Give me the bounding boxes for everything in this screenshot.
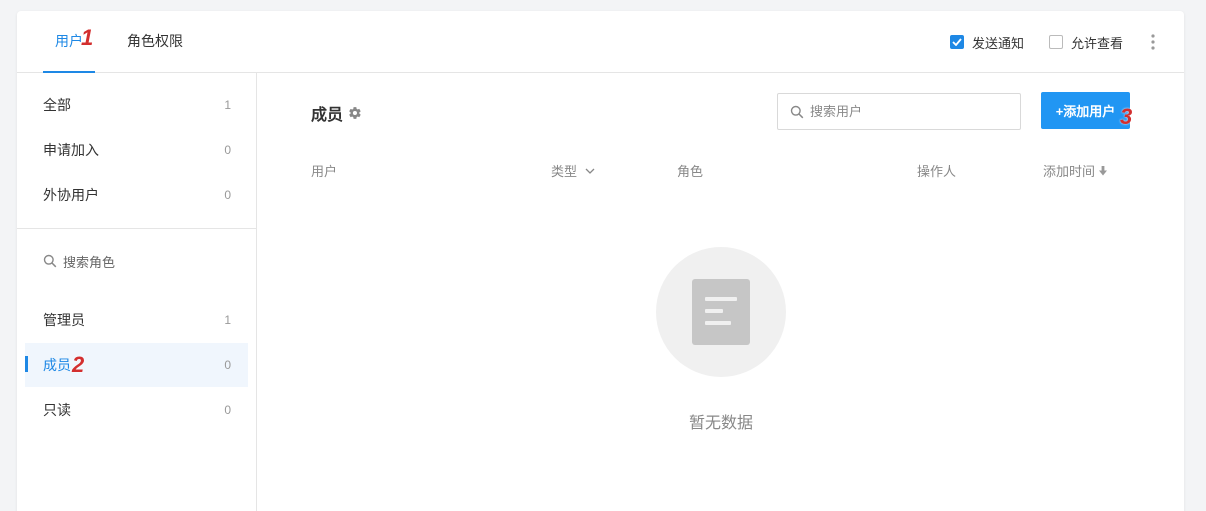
sort-down-arrow-icon: [1099, 165, 1108, 175]
tab-role-permissions[interactable]: 角色权限: [127, 11, 183, 73]
sidebar-item-label: 外协用户: [43, 187, 99, 203]
column-header-operator: 操作人: [917, 161, 956, 180]
sidebar-item-all[interactable]: 全部 1: [25, 83, 248, 127]
role-search-placeholder: 搜索角色: [63, 254, 116, 270]
column-header-role: 角色: [677, 161, 703, 180]
send-notify-label: 发送通知: [972, 35, 1025, 51]
empty-state-text: 暂无数据: [688, 415, 753, 432]
gear-icon[interactable]: [348, 106, 362, 120]
search-icon: [43, 254, 57, 268]
more-vertical-icon[interactable]: [1147, 31, 1159, 53]
user-search-input[interactable]: [810, 104, 1010, 119]
sidebar-divider: [17, 228, 257, 229]
sidebar-item-external-users[interactable]: 外协用户 0: [25, 173, 248, 217]
sidebar-item-label: 全部: [43, 97, 71, 113]
tab-users-label: 用户: [55, 33, 83, 49]
tab-role-permissions-label: 角色权限: [127, 33, 183, 49]
column-header-user: 用户: [311, 161, 337, 180]
page-title: 成员: [311, 101, 362, 125]
sidebar-item-label: 成员: [43, 357, 71, 373]
header-bar: 用户 1 角色权限 发送通知 允许查看: [17, 11, 1184, 73]
sidebar-item-count: 1: [224, 98, 231, 112]
main-panel: 成员 +添加用户 3 用户 类型 角色: [258, 73, 1184, 511]
sidebar-item-label: 只读: [43, 402, 71, 418]
column-header-label: 用户: [311, 164, 338, 179]
add-user-button-label: +添加用户: [1055, 104, 1116, 119]
add-user-button[interactable]: +添加用户: [1041, 92, 1130, 129]
send-notify-checkbox[interactable]: 发送通知: [950, 33, 1024, 51]
annotation-marker-1: 1: [81, 25, 94, 50]
column-header-added-time[interactable]: 添加时间: [1043, 161, 1108, 180]
checkbox-unchecked-icon: [1049, 35, 1063, 49]
role-search-input[interactable]: 搜索角色: [43, 251, 115, 271]
column-header-type[interactable]: 类型: [551, 161, 595, 180]
sidebar-item-count: 1: [224, 313, 231, 327]
allow-view-label: 允许查看: [1071, 35, 1124, 51]
sidebar-item-admin[interactable]: 管理员 1: [25, 298, 248, 342]
sidebar-item-label: 申请加入: [43, 142, 99, 158]
checkbox-checked-icon: [950, 35, 964, 49]
annotation-marker-3: 3: [1120, 104, 1133, 129]
page-title-text: 成员: [311, 107, 344, 124]
sidebar-item-label-wrap: 成员 2: [43, 352, 85, 377]
user-management-card: 用户 1 角色权限 发送通知 允许查看 全部 1 申请加入 0 外协用户 0 搜…: [17, 11, 1184, 511]
allow-view-checkbox[interactable]: 允许查看: [1049, 33, 1123, 51]
empty-document-icon: [692, 279, 750, 345]
chevron-down-icon: [585, 168, 595, 174]
sidebar: 全部 1 申请加入 0 外协用户 0 搜索角色 管理员 1 成员 2 0 只读 …: [17, 73, 257, 511]
column-header-label: 类型: [551, 164, 578, 179]
sidebar-item-label: 管理员: [43, 312, 85, 328]
sidebar-item-readonly[interactable]: 只读 0: [25, 388, 248, 432]
sidebar-item-member[interactable]: 成员 2 0: [25, 343, 248, 387]
sidebar-item-count: 0: [224, 403, 231, 417]
column-header-label: 添加时间: [1043, 164, 1096, 179]
column-header-label: 角色: [677, 164, 704, 179]
empty-state-illustration: [656, 247, 786, 377]
sidebar-item-join-requests[interactable]: 申请加入 0: [25, 128, 248, 172]
sidebar-item-count: 0: [224, 143, 231, 157]
sidebar-item-count: 0: [224, 358, 231, 372]
search-icon: [790, 105, 804, 118]
column-header-label: 操作人: [917, 164, 957, 179]
annotation-marker-2: 2: [72, 352, 85, 377]
user-search-box[interactable]: [777, 93, 1021, 130]
sidebar-item-count: 0: [224, 188, 231, 202]
